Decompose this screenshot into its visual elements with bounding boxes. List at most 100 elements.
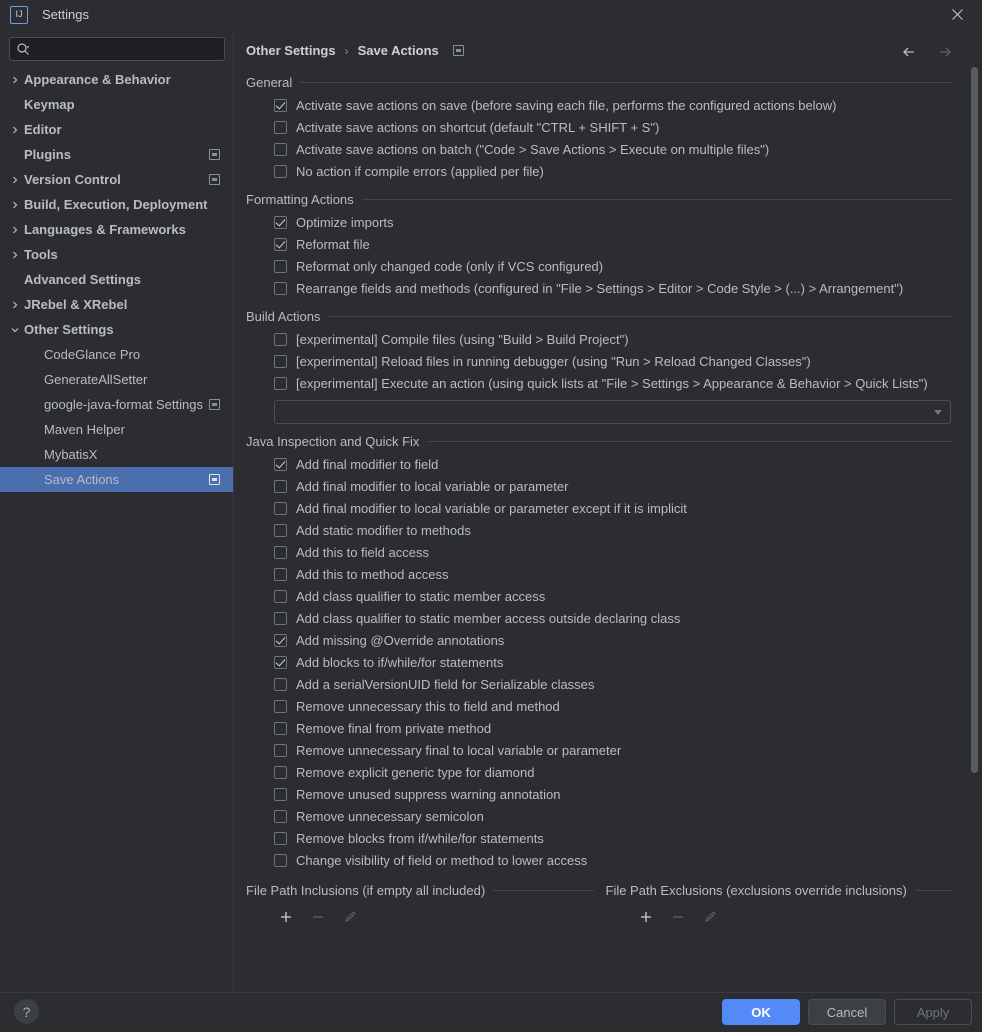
chevron-right-icon[interactable] bbox=[8, 223, 22, 237]
sidebar-item-maven-helper[interactable]: Maven Helper bbox=[0, 417, 233, 442]
chevron-down-icon[interactable] bbox=[8, 323, 22, 337]
checkbox[interactable] bbox=[274, 831, 287, 845]
plus-icon[interactable] bbox=[638, 909, 654, 925]
checkbox[interactable] bbox=[274, 743, 287, 757]
chevron-right-icon[interactable] bbox=[8, 173, 22, 187]
checkbox[interactable] bbox=[274, 567, 287, 581]
checkbox-row[interactable]: Add final modifier to field bbox=[246, 453, 953, 475]
checkbox[interactable] bbox=[274, 545, 287, 559]
checkbox[interactable] bbox=[274, 501, 287, 515]
minus-icon[interactable] bbox=[310, 909, 326, 925]
checkbox[interactable] bbox=[274, 376, 287, 390]
checkbox[interactable] bbox=[274, 611, 287, 625]
checkbox-row[interactable]: Remove unnecessary this to field and met… bbox=[246, 695, 953, 717]
sidebar-item-advanced-settings[interactable]: Advanced Settings bbox=[0, 267, 233, 292]
checkbox[interactable] bbox=[274, 98, 287, 112]
checkbox[interactable] bbox=[274, 259, 287, 273]
arrow-left-icon[interactable] bbox=[899, 41, 921, 63]
sidebar-item-keymap[interactable]: Keymap bbox=[0, 92, 233, 117]
sidebar-item-jrebel-xrebel[interactable]: JRebel & XRebel bbox=[0, 292, 233, 317]
checkbox-row[interactable]: Reformat only changed code (only if VCS … bbox=[246, 255, 953, 277]
checkbox-row[interactable]: Add this to field access bbox=[246, 541, 953, 563]
search-input[interactable] bbox=[31, 42, 224, 56]
sidebar-item-plugins[interactable]: Plugins bbox=[0, 142, 233, 167]
checkbox[interactable] bbox=[274, 142, 287, 156]
minus-icon[interactable] bbox=[670, 909, 686, 925]
checkbox-row[interactable]: Add blocks to if/while/for statements bbox=[246, 651, 953, 673]
checkbox-row[interactable]: No action if compile errors (applied per… bbox=[246, 160, 953, 182]
checkbox[interactable] bbox=[274, 721, 287, 735]
checkbox[interactable] bbox=[274, 523, 287, 537]
sidebar-item-other-settings[interactable]: Other Settings bbox=[0, 317, 233, 342]
chevron-right-icon[interactable] bbox=[8, 298, 22, 312]
sidebar-item-mybatisx[interactable]: MybatisX bbox=[0, 442, 233, 467]
sidebar-item-tools[interactable]: Tools bbox=[0, 242, 233, 267]
checkbox[interactable] bbox=[274, 853, 287, 867]
checkbox[interactable] bbox=[274, 354, 287, 368]
arrow-right-icon[interactable] bbox=[935, 41, 957, 63]
checkbox-row[interactable]: Activate save actions on save (before sa… bbox=[246, 94, 953, 116]
checkbox-row[interactable]: Remove unnecessary final to local variab… bbox=[246, 739, 953, 761]
checkbox[interactable] bbox=[274, 699, 287, 713]
scrollbar-thumb[interactable] bbox=[971, 67, 978, 773]
checkbox-row[interactable]: Add missing @Override annotations bbox=[246, 629, 953, 651]
search-box[interactable] bbox=[9, 37, 225, 61]
checkbox[interactable] bbox=[274, 332, 287, 346]
checkbox[interactable] bbox=[274, 479, 287, 493]
sidebar-item-version-control[interactable]: Version Control bbox=[0, 167, 233, 192]
help-button[interactable]: ? bbox=[14, 999, 39, 1024]
pencil-icon[interactable] bbox=[702, 909, 718, 925]
checkbox-row[interactable]: Add this to method access bbox=[246, 563, 953, 585]
chevron-right-icon[interactable] bbox=[8, 123, 22, 137]
chevron-right-icon[interactable] bbox=[8, 73, 22, 87]
checkbox[interactable] bbox=[274, 457, 287, 471]
ok-button[interactable]: OK bbox=[722, 999, 800, 1025]
checkbox[interactable] bbox=[274, 164, 287, 178]
checkbox[interactable] bbox=[274, 281, 287, 295]
checkbox-row[interactable]: Remove blocks from if/while/for statemen… bbox=[246, 827, 953, 849]
breadcrumb-parent[interactable]: Other Settings bbox=[246, 43, 336, 58]
checkbox[interactable] bbox=[274, 809, 287, 823]
checkbox-row[interactable]: Change visibility of field or method to … bbox=[246, 849, 953, 871]
checkbox-row[interactable]: Remove final from private method bbox=[246, 717, 953, 739]
checkbox[interactable] bbox=[274, 787, 287, 801]
pencil-icon[interactable] bbox=[342, 909, 358, 925]
checkbox-row[interactable]: Activate save actions on shortcut (defau… bbox=[246, 116, 953, 138]
checkbox-row[interactable]: [experimental] Execute an action (using … bbox=[246, 372, 953, 394]
checkbox-row[interactable]: Add final modifier to local variable or … bbox=[246, 475, 953, 497]
chevron-right-icon[interactable] bbox=[8, 198, 22, 212]
sidebar-item-languages-frameworks[interactable]: Languages & Frameworks bbox=[0, 217, 233, 242]
sidebar-item-codeglance-pro[interactable]: CodeGlance Pro bbox=[0, 342, 233, 367]
vertical-scrollbar[interactable] bbox=[970, 65, 979, 992]
sidebar-item-editor[interactable]: Editor bbox=[0, 117, 233, 142]
checkbox-row[interactable]: [experimental] Compile files (using "Bui… bbox=[246, 328, 953, 350]
checkbox[interactable] bbox=[274, 215, 287, 229]
checkbox[interactable] bbox=[274, 120, 287, 134]
checkbox-row[interactable]: Reformat file bbox=[246, 233, 953, 255]
checkbox-row[interactable]: Remove explicit generic type for diamond bbox=[246, 761, 953, 783]
checkbox-row[interactable]: Add static modifier to methods bbox=[246, 519, 953, 541]
checkbox[interactable] bbox=[274, 677, 287, 691]
plus-icon[interactable] bbox=[278, 909, 294, 925]
checkbox-row[interactable]: Remove unnecessary semicolon bbox=[246, 805, 953, 827]
checkbox-row[interactable]: Remove unused suppress warning annotatio… bbox=[246, 783, 953, 805]
checkbox[interactable] bbox=[274, 589, 287, 603]
chevron-down-icon[interactable] bbox=[934, 409, 942, 415]
chevron-right-icon[interactable] bbox=[8, 248, 22, 262]
checkbox[interactable] bbox=[274, 655, 287, 669]
checkbox-row[interactable]: Add class qualifier to static member acc… bbox=[246, 585, 953, 607]
checkbox-row[interactable]: Activate save actions on batch ("Code > … bbox=[246, 138, 953, 160]
checkbox-row[interactable]: Optimize imports bbox=[246, 211, 953, 233]
checkbox[interactable] bbox=[274, 633, 287, 647]
sidebar-item-save-actions[interactable]: Save Actions bbox=[0, 467, 233, 492]
sidebar-item-appearance-behavior[interactable]: Appearance & Behavior bbox=[0, 67, 233, 92]
cancel-button[interactable]: Cancel bbox=[808, 999, 886, 1025]
checkbox[interactable] bbox=[274, 237, 287, 251]
checkbox-row[interactable]: Add a serialVersionUID field for Seriali… bbox=[246, 673, 953, 695]
close-icon[interactable] bbox=[940, 3, 974, 26]
checkbox-row[interactable]: Add final modifier to local variable or … bbox=[246, 497, 953, 519]
sidebar-item-google-java-format-settings[interactable]: google-java-format Settings bbox=[0, 392, 233, 417]
quick-list-dropdown[interactable] bbox=[274, 400, 951, 424]
apply-button[interactable]: Apply bbox=[894, 999, 972, 1025]
checkbox-row[interactable]: Rearrange fields and methods (configured… bbox=[246, 277, 953, 299]
